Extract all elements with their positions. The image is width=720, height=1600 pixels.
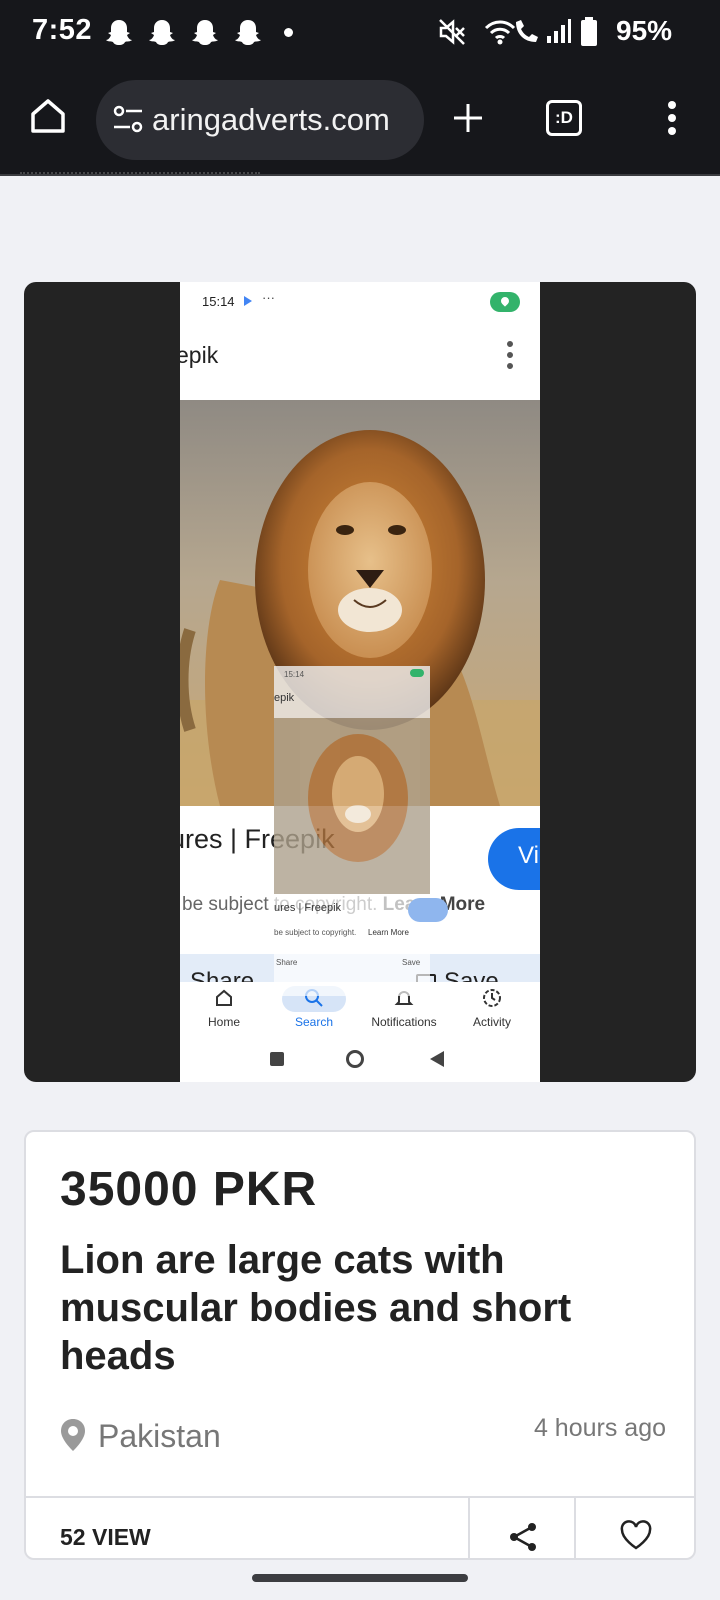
home-icon bbox=[216, 989, 232, 1006]
screenshot-nav-activity-label: Activity bbox=[472, 1015, 511, 1029]
listing-price: 35000 PKR bbox=[60, 1163, 318, 1216]
share-button[interactable] bbox=[468, 1498, 576, 1558]
nested-share: Share bbox=[276, 958, 298, 967]
listing-title[interactable]: Lion are large cats with muscular bodies… bbox=[60, 1236, 660, 1380]
screenshot-app-title: epik bbox=[180, 342, 219, 368]
nested-copyright: be subject to copyright. bbox=[274, 928, 357, 937]
listing-posted-time: 4 hours ago bbox=[533, 1414, 666, 1442]
nested-time: 15:14 bbox=[284, 670, 305, 679]
more-options-icon[interactable] bbox=[666, 100, 678, 136]
share-icon bbox=[510, 1523, 536, 1551]
battery-percent: 95% bbox=[616, 15, 673, 46]
nested-lower: ures | Freepik be subject to copyright. … bbox=[274, 894, 448, 996]
snapchat-icon bbox=[106, 20, 132, 45]
nested-learn-more: Learn More bbox=[368, 928, 409, 937]
wifi-calling-icon bbox=[516, 20, 538, 42]
screenshot-nav-home: Home bbox=[184, 988, 264, 1029]
status-bar: 7:52 95% bbox=[0, 0, 720, 64]
recents-icon bbox=[270, 1052, 284, 1066]
location-pill-icon bbox=[490, 292, 520, 312]
screenshot-nav-search-label: Search bbox=[294, 1015, 334, 1029]
address-bar[interactable]: aringadverts.com bbox=[96, 80, 424, 160]
listing-image[interactable]: 15:14 ··· epik ures | Freepik Vi be subj… bbox=[24, 282, 696, 1082]
favorite-button[interactable] bbox=[576, 1498, 694, 1558]
screenshot-system-nav bbox=[180, 1042, 540, 1082]
heart-icon bbox=[620, 1520, 652, 1550]
listing-location: Pakistan bbox=[98, 1418, 221, 1454]
screenshot-visit-button: Vi bbox=[488, 828, 540, 890]
tab-switcher-button[interactable]: :D bbox=[546, 100, 582, 136]
battery-icon bbox=[581, 17, 597, 46]
mute-icon bbox=[439, 19, 465, 45]
cut-off-text bbox=[20, 160, 320, 182]
location-pin-icon bbox=[61, 1419, 85, 1451]
screenshot-more-dots: ··· bbox=[262, 290, 275, 305]
screenshot-nav-notifications-label: Notifications bbox=[371, 1015, 437, 1029]
screenshot-phone: 15:14 ··· epik ures | Freepik Vi be subj… bbox=[180, 282, 540, 1082]
snapchat-icon bbox=[149, 20, 175, 45]
home-icon[interactable] bbox=[28, 96, 68, 136]
signal-icon bbox=[547, 19, 571, 43]
site-settings-icon[interactable] bbox=[112, 102, 144, 136]
back-icon bbox=[430, 1051, 444, 1067]
screenshot-nav-home-label: Home bbox=[207, 1015, 240, 1029]
screenshot-nav-activity: Activity bbox=[452, 988, 532, 1029]
more-notifications-dot bbox=[284, 28, 293, 37]
clock: 7:52 bbox=[32, 14, 93, 46]
gesture-nav-bar[interactable] bbox=[252, 1574, 468, 1582]
nested-lion-photo bbox=[274, 718, 430, 894]
listing-actions-row: 52 VIEW bbox=[26, 1496, 694, 1558]
nested-visit-pill bbox=[408, 898, 448, 922]
url-text[interactable]: aringadverts.com bbox=[152, 102, 390, 138]
play-store-icon bbox=[244, 296, 252, 306]
nested-title: epik bbox=[274, 692, 295, 704]
screenshot-kebab-icon bbox=[507, 341, 513, 369]
screenshot-status-bar: 15:14 ··· bbox=[180, 282, 540, 326]
snapchat-icon bbox=[192, 20, 218, 45]
home-circle-icon bbox=[346, 1050, 364, 1068]
nested-save: Save bbox=[402, 958, 421, 967]
nested-screenshot-overlay: 15:14 epik ures | Freepik be subject to … bbox=[274, 666, 448, 996]
nested-header: 15:14 epik bbox=[274, 666, 430, 718]
screenshot-time: 15:14 bbox=[202, 294, 235, 309]
snapchat-icon bbox=[235, 20, 261, 45]
new-tab-icon[interactable] bbox=[452, 102, 484, 134]
view-count: 52 VIEW bbox=[60, 1524, 151, 1550]
nested-caption: ures | Freepik bbox=[274, 902, 342, 914]
activity-icon bbox=[483, 989, 501, 1007]
listing-card: 35000 PKR Lion are large cats with muscu… bbox=[24, 1130, 696, 1560]
nested-location-pill bbox=[410, 669, 424, 677]
